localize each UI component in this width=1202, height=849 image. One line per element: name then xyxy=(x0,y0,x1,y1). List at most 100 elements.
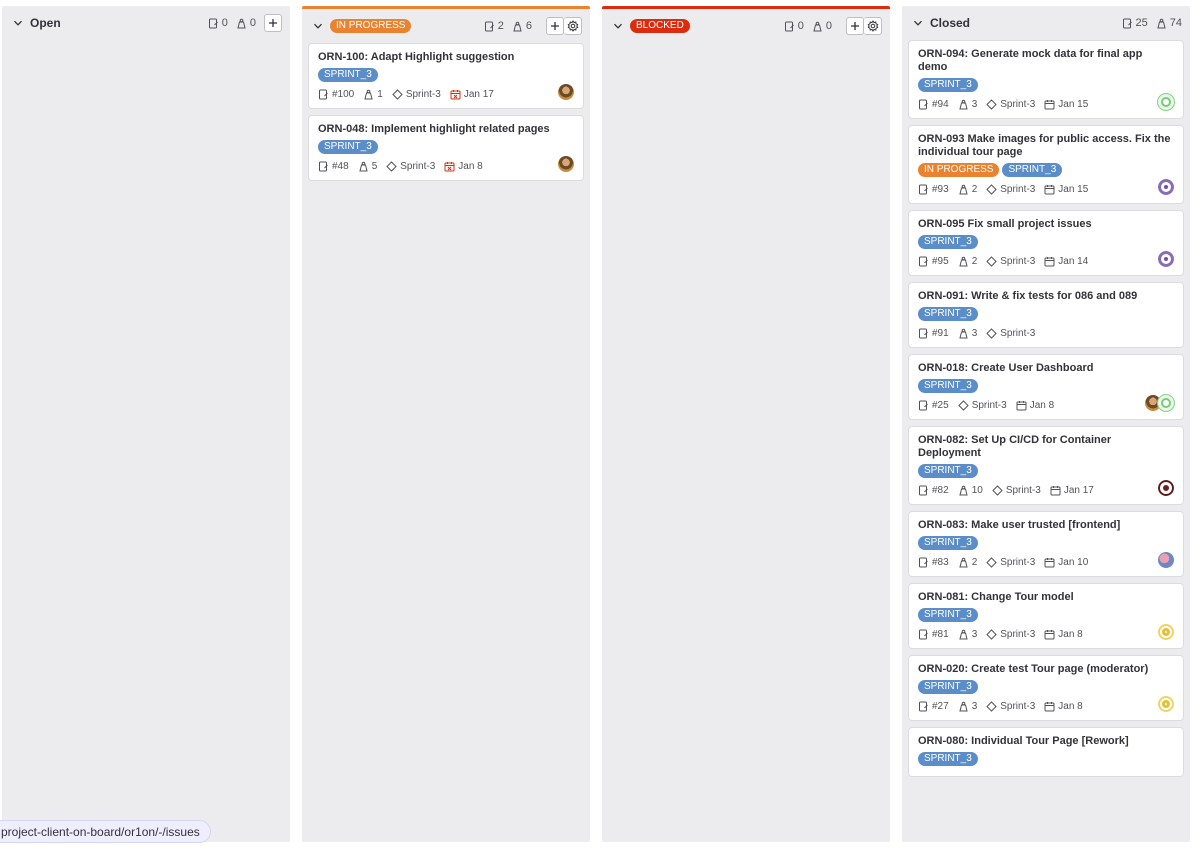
avatar[interactable] xyxy=(1157,695,1175,713)
issue-labels: SPRINT_3 xyxy=(918,752,1174,766)
issue-type-icon xyxy=(918,485,929,496)
issue-due-date: Jan 17 xyxy=(1050,485,1094,496)
issue-title-link[interactable]: ORN-095 Fix small project issues xyxy=(918,218,1174,231)
calendar-overdue-icon xyxy=(450,89,461,100)
calendar-icon xyxy=(1044,184,1055,195)
issue-title-link[interactable]: ORN-048: Implement highlight related pag… xyxy=(318,123,574,136)
avatar[interactable] xyxy=(557,155,575,173)
avatar[interactable] xyxy=(1157,394,1175,412)
board-list-open: Open 0 0 xyxy=(2,6,290,842)
avatar[interactable] xyxy=(1157,623,1175,641)
weight-icon xyxy=(358,161,369,172)
issue-label[interactable]: SPRINT_3 xyxy=(918,608,978,622)
issue-type-icon xyxy=(318,161,329,172)
issue-card[interactable]: ORN-100: Adapt Highlight suggestion SPRIN… xyxy=(308,43,584,109)
issue-milestone: Sprint-3 xyxy=(957,400,1007,411)
issue-label[interactable]: SPRINT_3 xyxy=(918,680,978,694)
issue-title-link[interactable]: ORN-091: Write & fix tests for 086 and 0… xyxy=(918,290,1174,303)
issue-card[interactable]: ORN-020: Create test Tour page (moderato… xyxy=(908,655,1184,721)
issue-card[interactable]: ORN-081: Change Tour model SPRINT_3 #81 3 Sp… xyxy=(908,583,1184,649)
issue-id: #91 xyxy=(918,328,949,339)
issue-label[interactable]: SPRINT_3 xyxy=(918,752,978,766)
issue-due-date: Jan 17 xyxy=(450,89,494,100)
issue-type-icon xyxy=(918,256,929,267)
issue-card[interactable]: ORN-083: Make user trusted [frontend] SPR… xyxy=(908,511,1184,577)
issue-label[interactable]: SPRINT_3 xyxy=(918,536,978,550)
issue-meta: #48 5 Sprint-3 Jan 8 xyxy=(318,158,574,174)
new-issue-button[interactable] xyxy=(264,14,282,32)
issue-title-link[interactable]: ORN-081: Change Tour model xyxy=(918,591,1174,604)
avatar[interactable] xyxy=(1157,551,1175,569)
milestone-icon xyxy=(986,255,997,267)
assignees xyxy=(1157,479,1175,497)
issues-icon xyxy=(484,21,494,31)
issue-card[interactable]: ORN-018: Create User Dashboard SPRINT_3 #2… xyxy=(908,354,1184,420)
issue-card[interactable]: ORN-095 Fix small project issues SPRINT_3… xyxy=(908,210,1184,276)
issue-label[interactable]: SPRINT_3 xyxy=(918,235,978,249)
issue-label[interactable]: SPRINT_3 xyxy=(918,78,978,92)
issue-due-date: Jan 14 xyxy=(1044,256,1088,267)
issue-title-link[interactable]: ORN-020: Create test Tour page (moderato… xyxy=(918,663,1174,676)
gear-icon xyxy=(567,20,578,32)
issue-label[interactable]: SPRINT_3 xyxy=(918,379,978,393)
calendar-icon xyxy=(1044,99,1055,110)
list-title: Closed xyxy=(930,16,971,30)
chevron-down-icon[interactable] xyxy=(912,17,924,29)
chevron-down-icon[interactable] xyxy=(312,20,324,32)
plus-icon xyxy=(851,22,859,30)
milestone-icon xyxy=(386,160,397,172)
issue-title-link[interactable]: ORN-093 Make images for public access. F… xyxy=(918,133,1174,159)
list-settings-button[interactable] xyxy=(564,17,582,35)
issue-card[interactable]: ORN-080: Individual Tour Page [Rework] SP… xyxy=(908,727,1184,777)
new-issue-button[interactable] xyxy=(846,17,864,35)
issue-card[interactable]: ORN-082: Set Up CI/CD for Container Depl… xyxy=(908,426,1184,505)
avatar[interactable] xyxy=(1157,93,1175,111)
issue-card[interactable]: ORN-093 Make images for public access. F… xyxy=(908,125,1184,204)
weight-icon xyxy=(1157,18,1166,28)
issue-type-icon xyxy=(918,701,929,712)
list-actions xyxy=(546,17,582,35)
issue-card[interactable]: ORN-094: Generate mock data for final ap… xyxy=(908,40,1184,119)
issue-card[interactable]: ORN-091: Write & fix tests for 086 and 0… xyxy=(908,282,1184,348)
issue-labels: IN PROGRESS SPRINT_3 xyxy=(918,163,1174,177)
assignees xyxy=(1157,695,1175,713)
status-url: project-client-on-board/or1on/-/issues xyxy=(1,824,200,839)
issue-title-link[interactable]: ORN-018: Create User Dashboard xyxy=(918,362,1174,375)
issue-title-link[interactable]: ORN-100: Adapt Highlight suggestion xyxy=(318,51,574,64)
issue-label[interactable]: SPRINT_3 xyxy=(318,140,378,154)
issue-title-link[interactable]: ORN-082: Set Up CI/CD for Container Depl… xyxy=(918,434,1174,460)
issue-label[interactable]: SPRINT_3 xyxy=(918,307,978,321)
issue-title-link[interactable]: ORN-094: Generate mock data for final ap… xyxy=(918,48,1174,74)
issue-label[interactable]: SPRINT_3 xyxy=(1002,163,1063,177)
issue-label[interactable]: SPRINT_3 xyxy=(318,68,378,82)
issue-label[interactable]: IN PROGRESS xyxy=(918,163,1000,177)
issue-type-icon xyxy=(318,89,329,100)
issues-icon xyxy=(208,18,218,28)
issue-type-icon xyxy=(918,184,929,195)
issue-milestone: Sprint-3 xyxy=(986,629,1035,640)
assignees xyxy=(1157,93,1175,111)
milestone-icon xyxy=(986,628,997,640)
issue-labels: SPRINT_3 xyxy=(918,379,1174,393)
weight-count: 74 xyxy=(1156,17,1182,29)
new-issue-button[interactable] xyxy=(546,17,564,35)
weight-icon xyxy=(958,629,969,640)
list-settings-button[interactable] xyxy=(864,17,882,35)
chevron-down-icon[interactable] xyxy=(612,20,624,32)
chevron-down-icon[interactable] xyxy=(12,17,24,29)
avatar[interactable] xyxy=(1157,479,1175,497)
issue-card[interactable]: ORN-048: Implement highlight related pag… xyxy=(308,115,584,181)
calendar-icon xyxy=(1016,400,1027,411)
assignees xyxy=(557,155,575,173)
gear-icon xyxy=(867,20,878,32)
issue-title-link[interactable]: ORN-083: Make user trusted [frontend] xyxy=(918,519,1174,532)
issue-label[interactable]: SPRINT_3 xyxy=(918,464,978,478)
avatar[interactable] xyxy=(1157,178,1175,196)
issue-id: #93 xyxy=(918,184,949,195)
issue-due-date: Jan 10 xyxy=(1044,557,1088,568)
issue-title-link[interactable]: ORN-080: Individual Tour Page [Rework] xyxy=(918,735,1174,748)
issue-meta: #81 3 Sprint-3 Jan 8 xyxy=(918,626,1174,642)
issue-meta: #94 3 Sprint-3 Jan 15 xyxy=(918,96,1174,112)
avatar[interactable] xyxy=(1157,250,1175,268)
avatar[interactable] xyxy=(557,83,575,101)
